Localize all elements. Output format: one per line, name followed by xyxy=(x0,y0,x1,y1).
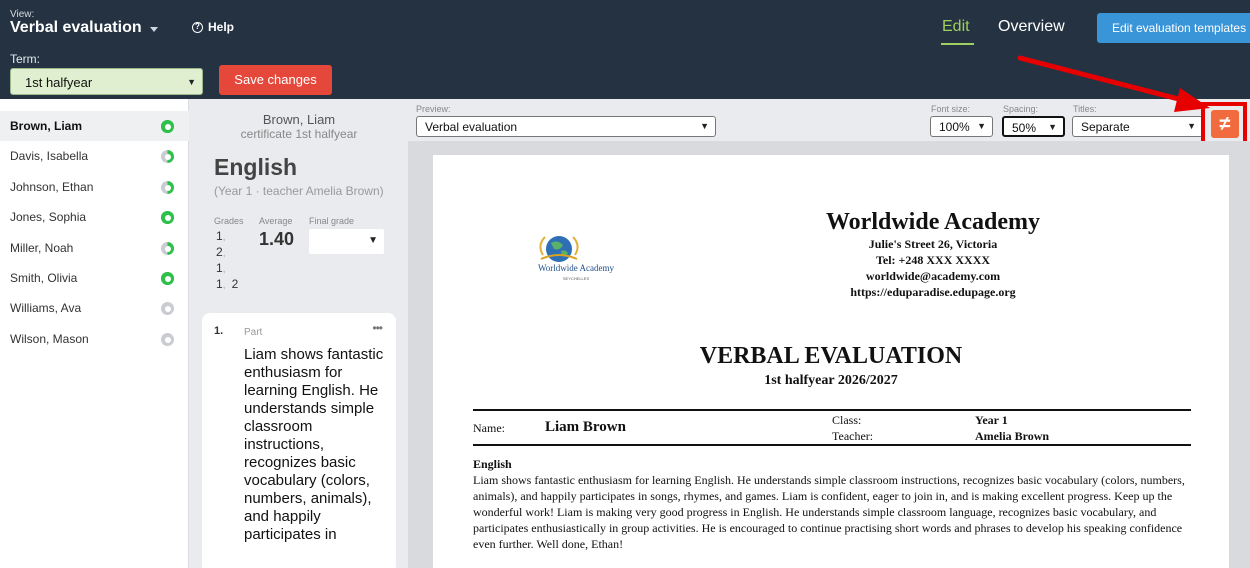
student-item[interactable]: Wilson, Mason xyxy=(0,324,189,354)
subject-subtitle: (Year 1 · teacher Amelia Brown) xyxy=(214,184,384,198)
student-name: Williams, Ava xyxy=(10,301,82,315)
selected-student-name: Brown, Liam xyxy=(262,112,336,127)
status-partial-icon xyxy=(161,242,174,255)
help-label: Help xyxy=(208,20,235,34)
subject-title: English xyxy=(214,154,298,180)
tab-overview[interactable]: Overview xyxy=(998,18,1065,36)
active-tab-indicator xyxy=(941,43,974,45)
part-text-editor[interactable]: Liam shows fantastic enthusiasm for lear… xyxy=(244,346,389,544)
name-value: Liam Brown xyxy=(545,419,626,435)
status-empty-icon xyxy=(161,333,174,346)
font-size-value: 100% xyxy=(939,120,970,134)
class-label: Class: xyxy=(832,413,862,427)
preview-label: Preview: xyxy=(416,104,451,114)
preview-value: Verbal evaluation xyxy=(425,120,518,134)
grade-value: 2 xyxy=(231,277,239,291)
student-name: Wilson, Mason xyxy=(10,332,89,346)
view-selector[interactable]: Verbal evaluation xyxy=(10,19,158,37)
term-value: 1st halfyear xyxy=(25,75,93,90)
document-subtitle: 1st halfyear 2026/2027 xyxy=(764,373,898,388)
edit-templates-button[interactable]: Edit evaluation templates xyxy=(1097,13,1250,43)
average-value: 1.40 xyxy=(259,229,295,249)
font-size-label: Font size: xyxy=(931,104,971,114)
divider xyxy=(473,409,1191,411)
grade-value: 1 xyxy=(216,229,223,243)
logo-subtext: SEYCHELLES xyxy=(563,276,590,281)
final-grade-select[interactable]: ▼ xyxy=(309,229,384,254)
class-value: Year 1 xyxy=(975,413,1008,427)
average-label: Average xyxy=(259,216,293,226)
teacher-value: Amelia Brown xyxy=(975,429,1050,443)
teacher-label: Teacher: xyxy=(832,429,874,443)
status-complete-icon xyxy=(161,120,174,133)
school-name: Worldwide Academy xyxy=(826,209,1040,235)
student-name: Jones, Sophia xyxy=(10,210,87,224)
school-phone: Tel: +248 XXX XXXX xyxy=(875,253,991,267)
titles-value: Separate xyxy=(1081,120,1130,134)
more-options-icon[interactable]: ••• xyxy=(372,321,383,335)
grades-list: 1, 2, 1, 1, 2 xyxy=(216,229,239,291)
student-name: Smith, Olivia xyxy=(10,271,78,285)
school-logo: Worldwide Academy SEYCHELLES xyxy=(538,236,615,281)
part-number: 1. xyxy=(214,325,224,337)
grade-value: 1 xyxy=(216,277,223,291)
chevron-down-icon: ▼ xyxy=(1048,122,1057,132)
font-size-select[interactable]: 100% ▼ xyxy=(930,116,993,137)
grades-label: Grades xyxy=(214,216,244,226)
term-select[interactable]: 1st halfyear ▼ xyxy=(10,68,203,95)
spacing-value: 50% xyxy=(1012,121,1037,135)
chevron-down-icon: ▼ xyxy=(1187,121,1196,131)
name-label: Name: xyxy=(473,421,505,435)
student-list: Brown, Liam Davis, Isabella Johnson, Eth… xyxy=(0,99,189,568)
part-card: 1. Part ••• Liam shows fantastic enthusi… xyxy=(202,313,396,568)
view-value: Verbal evaluation xyxy=(10,19,142,36)
tab-edit[interactable]: Edit xyxy=(942,18,970,36)
student-name: Davis, Isabella xyxy=(10,149,89,163)
preview-area: Worldwide Academy SEYCHELLES Worldwide A… xyxy=(408,141,1250,568)
document-page: Worldwide Academy SEYCHELLES Worldwide A… xyxy=(433,155,1229,568)
term-label: Term: xyxy=(10,52,40,66)
chevron-down-icon: ▼ xyxy=(187,77,196,87)
certificate-label: certificate 1st halfyear xyxy=(240,127,358,141)
student-item[interactable]: Johnson, Ethan xyxy=(0,172,189,202)
chevron-down-icon: ▼ xyxy=(700,121,709,131)
student-item[interactable]: Davis, Isabella xyxy=(0,141,189,171)
student-name: Brown, Liam xyxy=(10,119,83,133)
save-changes-button[interactable]: Save changes xyxy=(219,65,332,95)
part-label: Part xyxy=(244,327,263,338)
chevron-down-icon: ▼ xyxy=(368,235,378,246)
logo-text: Worldwide Academy xyxy=(538,263,615,273)
annotation-arrow xyxy=(1017,55,1210,112)
document-title: VERBAL EVALUATION xyxy=(699,343,963,369)
question-icon: ? xyxy=(192,21,203,33)
school-url: https://eduparadise.edupage.org xyxy=(850,285,1016,299)
final-grade-label: Final grade xyxy=(309,216,355,226)
school-email: worldwide@academy.com xyxy=(865,269,1001,283)
student-item[interactable]: Brown, Liam xyxy=(0,111,189,141)
status-complete-icon xyxy=(161,272,174,285)
document-evaluation-text: Liam shows fantastic enthusiasm for lear… xyxy=(473,473,1185,551)
school-address: Julie's Street 26, Victoria xyxy=(868,237,998,251)
student-item[interactable]: Miller, Noah xyxy=(0,233,189,263)
student-name: Miller, Noah xyxy=(10,241,74,255)
document-subject-heading: English xyxy=(473,457,512,471)
student-item[interactable]: Smith, Olivia xyxy=(0,263,189,293)
grade-value: 2 xyxy=(216,245,223,259)
chevron-down-icon xyxy=(149,26,158,32)
student-name: Johnson, Ethan xyxy=(10,180,94,194)
status-empty-icon xyxy=(161,302,174,315)
status-partial-icon xyxy=(161,181,174,194)
student-item[interactable]: Williams, Ava xyxy=(0,293,189,323)
status-partial-icon xyxy=(161,150,174,163)
help-link[interactable]: ? Help xyxy=(192,20,234,34)
preview-select[interactable]: Verbal evaluation ▼ xyxy=(416,116,716,137)
evaluation-editor: Brown, Liam certificate 1st halfyear Eng… xyxy=(190,99,408,568)
chevron-down-icon: ▼ xyxy=(977,121,986,131)
student-item[interactable]: Jones, Sophia xyxy=(0,202,189,232)
divider xyxy=(473,444,1191,446)
grade-value: 1 xyxy=(216,261,223,275)
status-complete-icon xyxy=(161,211,174,224)
